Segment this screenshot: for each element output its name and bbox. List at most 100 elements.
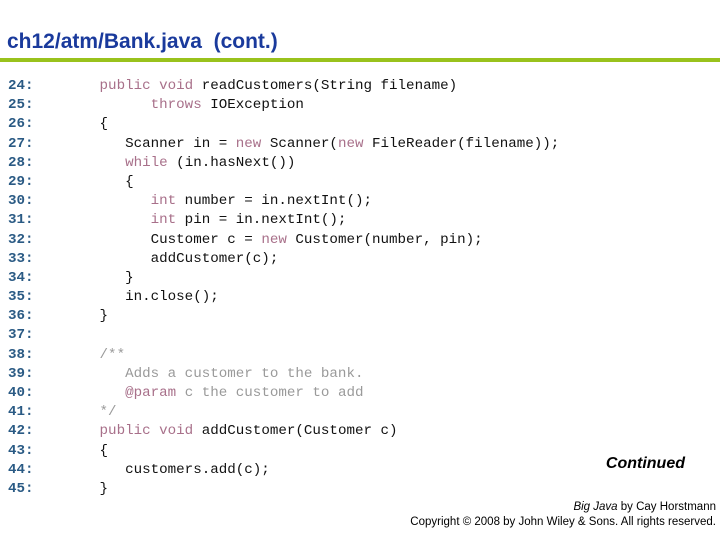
keyword-token: int	[150, 212, 177, 229]
code-token: Scanner in =	[74, 135, 236, 152]
continued-label: Continued	[605, 455, 685, 472]
line-text: Scanner in = new Scanner(new FileReader(…	[74, 135, 559, 154]
code-line: 25: throws IOException	[8, 96, 559, 115]
code-line: 33: addCustomer(c);	[8, 250, 559, 269]
keyword-token: new	[261, 231, 287, 248]
line-text: customers.add(c);	[74, 461, 270, 480]
line-number: 29:	[8, 173, 34, 190]
line-number: 42:	[8, 423, 34, 440]
comment-token: /**	[74, 346, 126, 363]
code-token: IOException	[201, 97, 304, 114]
author-text: by Cay Horstmann	[617, 501, 716, 513]
copyright-text: Copyright © 2008 by John Wiley & Sons. A…	[410, 516, 716, 528]
comment-token: */	[74, 404, 117, 421]
code-token: }	[74, 480, 109, 497]
code-line: 39: Adds a customer to the bank.	[8, 365, 559, 384]
code-token: addCustomer(Customer c)	[193, 423, 398, 440]
line-number: 24:	[8, 78, 34, 94]
line-number: 33:	[8, 250, 34, 267]
code-line: 34: }	[8, 269, 559, 288]
comment-token: Adds a customer to the bank.	[74, 365, 364, 382]
code-token: addCustomer(c);	[74, 250, 279, 267]
code-listing: 24: public void readCustomers(String fil…	[8, 77, 559, 499]
line-text: Adds a customer to the bank.	[74, 365, 363, 384]
comment-token: c the customer to add	[176, 385, 364, 401]
line-number: 39:	[8, 365, 34, 382]
line-text: }	[74, 307, 109, 326]
line-text: int number = in.nextInt();	[74, 192, 372, 211]
code-token: FileReader(filename));	[363, 135, 560, 152]
code-token: Customer c =	[74, 231, 262, 248]
credit-block: Big Java by Cay Horstmann Copyright © 20…	[410, 500, 716, 530]
keyword-token: int	[150, 193, 177, 210]
line-text: {	[74, 442, 109, 461]
code-token: in.close();	[74, 289, 219, 306]
line-number: 31:	[8, 212, 34, 229]
line-text: }	[74, 480, 109, 499]
line-number: 37:	[8, 327, 34, 344]
keyword-token: @param	[125, 385, 177, 401]
code-line: 32: Customer c = new Customer(number, pi…	[8, 231, 559, 250]
code-token: {	[74, 173, 134, 190]
code-line: 24: public void readCustomers(String fil…	[8, 77, 559, 96]
line-number: 25:	[8, 97, 34, 114]
line-number: 30:	[8, 193, 34, 210]
code-token: number = in.nextInt();	[176, 193, 372, 210]
code-line: 43: {	[8, 442, 559, 461]
code-token: Scanner(	[261, 135, 338, 152]
title-divider	[0, 58, 720, 62]
line-number: 43:	[8, 442, 34, 459]
line-text: addCustomer(c);	[74, 250, 279, 269]
keyword-token: while	[125, 154, 168, 171]
line-number: 44:	[8, 461, 34, 478]
code-token: {	[74, 116, 109, 133]
code-token: Customer(number, pin);	[286, 231, 483, 248]
keyword-token: public void	[99, 423, 194, 440]
line-number: 45:	[8, 480, 34, 497]
line-number: 36:	[8, 308, 34, 325]
keyword-token: throws	[150, 97, 202, 114]
line-text: @param c the customer to add	[74, 384, 364, 403]
code-line: 29: {	[8, 173, 559, 192]
keyword-token: public void	[99, 78, 194, 94]
book-title: Big Java	[573, 501, 618, 513]
code-line: 37:	[8, 326, 559, 345]
code-line: 27: Scanner in = new Scanner(new FileRea…	[8, 135, 559, 154]
line-text: /**	[74, 346, 126, 365]
code-token: {	[74, 442, 109, 459]
code-line: 26: {	[8, 115, 559, 134]
code-token: readCustomers(String filename)	[193, 78, 458, 94]
book-credit: Big Java by Cay Horstmann	[410, 500, 716, 515]
code-line: 31: int pin = in.nextInt();	[8, 211, 559, 230]
code-line: 42: public void addCustomer(Customer c)	[8, 422, 559, 441]
code-token: (in.hasNext())	[167, 154, 296, 171]
line-text: }	[74, 269, 134, 288]
code-line: 41: */	[8, 403, 559, 422]
code-line: 44: customers.add(c);	[8, 461, 559, 480]
line-text: public void readCustomers(String filenam…	[74, 77, 458, 96]
line-number: 34:	[8, 269, 34, 286]
line-text: {	[74, 173, 134, 192]
line-text: int pin = in.nextInt();	[74, 211, 347, 230]
code-line: 38: /**	[8, 346, 559, 365]
code-line: 36: }	[8, 307, 559, 326]
comment-token	[74, 385, 125, 401]
line-number: 38:	[8, 346, 34, 363]
code-token: }	[74, 269, 134, 286]
line-number: 35:	[8, 289, 34, 306]
line-number: 32:	[8, 231, 34, 248]
line-number: 26:	[8, 116, 34, 133]
line-number: 27:	[8, 135, 34, 152]
code-token: customers.add(c);	[74, 461, 270, 478]
line-text: {	[74, 115, 109, 134]
code-line: 40: @param c the customer to add	[8, 384, 559, 403]
code-line: 30: int number = in.nextInt();	[8, 192, 559, 211]
code-token: }	[74, 308, 109, 325]
line-number: 28:	[8, 154, 34, 171]
line-text: */	[74, 403, 117, 422]
